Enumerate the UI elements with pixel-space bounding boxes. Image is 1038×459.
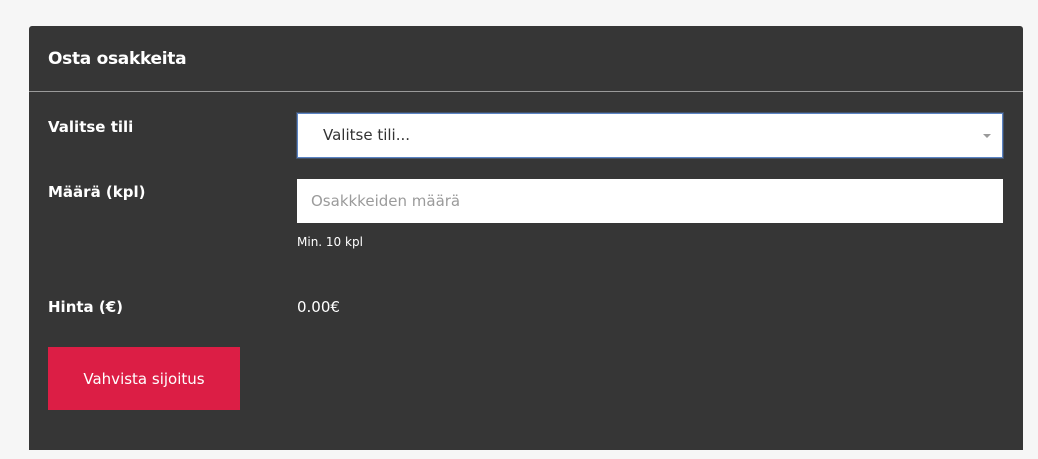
chevron-down-icon	[983, 134, 991, 138]
quantity-label: Määrä (kpl)	[48, 183, 146, 201]
price-value: 0.00€	[297, 298, 340, 316]
buy-shares-panel: Osta osakkeita Valitse tili Valitse tili…	[29, 26, 1023, 450]
quantity-hint: Min. 10 kpl	[297, 235, 363, 249]
account-select[interactable]: Valitse tili...	[297, 113, 1003, 158]
price-label: Hinta (€)	[48, 298, 124, 316]
confirm-investment-button[interactable]: Vahvista sijoitus	[48, 347, 240, 410]
panel-title: Osta osakkeita	[48, 48, 187, 69]
account-select-value: Valitse tili...	[323, 126, 411, 144]
account-label: Valitse tili	[48, 118, 134, 136]
quantity-input[interactable]	[297, 179, 1003, 223]
panel-header: Osta osakkeita	[29, 26, 1023, 92]
